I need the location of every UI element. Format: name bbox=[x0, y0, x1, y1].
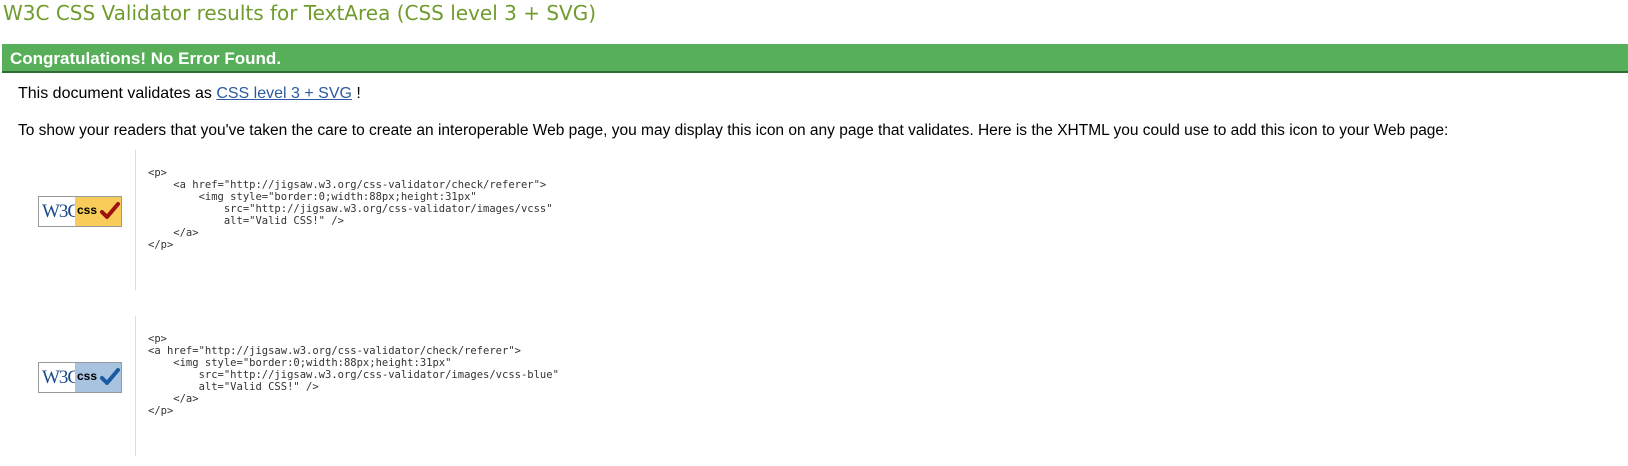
badge-css-label: css bbox=[75, 197, 121, 226]
badge-row-gold: W3C css <p> <a href="http://jigsaw.w3.or… bbox=[0, 150, 700, 290]
badge-css-text: css bbox=[77, 203, 98, 217]
badge-code-snippet: <p> <a href="http://jigsaw.w3.org/css-va… bbox=[148, 167, 553, 251]
page-title: W3C CSS Validator results for TextArea (… bbox=[3, 1, 596, 25]
readers-info-text: To show your readers that you've taken t… bbox=[18, 122, 1449, 139]
w3c-css-valid-blue-icon: W3C css bbox=[38, 362, 122, 393]
success-message: Congratulations! No Error Found. bbox=[10, 49, 282, 68]
badge-css-text: css bbox=[77, 369, 98, 383]
badge-code-snippet: <p> <a href="http://jigsaw.w3.org/css-va… bbox=[148, 333, 559, 417]
badge-w3c-text: W3C bbox=[42, 201, 80, 222]
check-icon bbox=[100, 202, 120, 219]
badge-cell: W3C css bbox=[0, 150, 136, 290]
badge-w3c-text: W3C bbox=[42, 367, 80, 388]
css-profile-link[interactable]: CSS level 3 + SVG bbox=[216, 85, 352, 102]
validates-suffix: ! bbox=[351, 85, 361, 102]
success-banner: Congratulations! No Error Found. bbox=[2, 44, 1628, 73]
badge-row-blue: W3C css <p> <a href="http://jigsaw.w3.or… bbox=[0, 316, 700, 456]
badge-css-label: css bbox=[75, 363, 121, 392]
validates-statement: This document validates as CSS level 3 +… bbox=[18, 84, 361, 104]
validates-prefix: This document validates as bbox=[18, 85, 217, 102]
badge-cell: W3C css bbox=[0, 316, 136, 456]
check-icon bbox=[100, 368, 120, 385]
w3c-css-valid-gold-icon: W3C css bbox=[38, 196, 122, 227]
